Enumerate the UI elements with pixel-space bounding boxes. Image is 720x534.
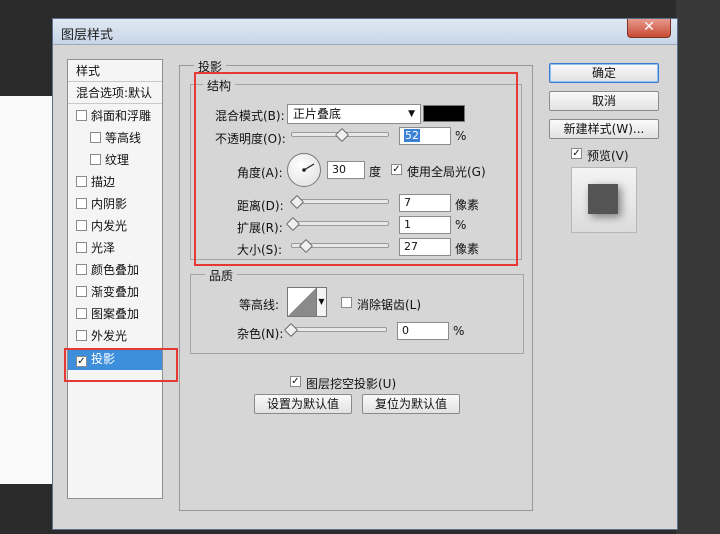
noise-value: 0 — [402, 324, 409, 337]
list-item-label: 颜色叠加 — [91, 263, 140, 277]
background-panel — [676, 0, 720, 534]
title-bar[interactable]: 图层样式 ✕ — [53, 19, 677, 45]
checkbox-pattern-overlay[interactable] — [76, 308, 87, 319]
list-item-satin[interactable]: 光泽 — [68, 237, 162, 259]
checkbox-texture[interactable] — [90, 154, 101, 165]
highlight-structure-box — [194, 72, 518, 266]
noise-slider[interactable] — [289, 327, 387, 332]
list-item-label: 混合选项:默认 — [76, 86, 153, 100]
style-preview — [571, 167, 637, 233]
checkbox-gradient-overlay[interactable] — [76, 286, 87, 297]
preview-thumbnail — [588, 184, 618, 214]
knockout-label: 图层挖空投影(U) — [306, 377, 397, 391]
reset-default-button[interactable]: 复位为默认值 — [362, 394, 460, 414]
noise-input[interactable]: 0 — [397, 322, 449, 340]
list-item-contour[interactable]: 等高线 — [68, 127, 162, 149]
list-item-label: 纹理 — [105, 153, 130, 167]
checkbox-stroke[interactable] — [76, 176, 87, 187]
list-item-styles[interactable]: 样式 — [68, 60, 162, 82]
contour-picker[interactable] — [287, 287, 317, 317]
checkbox-bevel-emboss[interactable] — [76, 110, 87, 121]
ok-button[interactable]: 确定 — [549, 63, 659, 83]
checkbox-inner-glow[interactable] — [76, 220, 87, 231]
list-item-label: 图案叠加 — [91, 307, 140, 321]
preview-label: 预览(V) — [587, 149, 629, 163]
new-style-button[interactable]: 新建样式(W)... — [549, 119, 659, 139]
anti-alias-label: 消除锯齿(L) — [357, 298, 422, 312]
checkbox-outer-glow[interactable] — [76, 330, 87, 341]
list-item-blending-options[interactable]: 混合选项:默认 — [68, 82, 162, 104]
checkbox-satin[interactable] — [76, 242, 87, 253]
noise-unit: % — [453, 324, 465, 338]
list-item-label: 等高线 — [105, 131, 142, 145]
list-item-label: 内阴影 — [91, 197, 128, 211]
list-item-label: 光泽 — [91, 241, 116, 255]
list-item-label: 渐变叠加 — [91, 285, 140, 299]
list-item-inner-glow[interactable]: 内发光 — [68, 215, 162, 237]
list-item-outer-glow[interactable]: 外发光 — [68, 325, 162, 347]
background-canvas — [0, 96, 60, 484]
list-item-label: 样式 — [76, 64, 101, 78]
list-item-bevel-emboss[interactable]: 斜面和浮雕 — [68, 105, 162, 127]
list-item-inner-shadow[interactable]: 内阴影 — [68, 193, 162, 215]
noise-slider-handle[interactable] — [283, 322, 299, 338]
list-item-label: 描边 — [91, 175, 116, 189]
list-item-label: 外发光 — [91, 329, 128, 343]
make-default-button[interactable]: 设置为默认值 — [254, 394, 352, 414]
list-item-color-overlay[interactable]: 颜色叠加 — [68, 259, 162, 281]
noise-label: 杂色(N): — [237, 327, 284, 341]
list-item-label: 内发光 — [91, 219, 128, 233]
knockout-checkbox[interactable]: ✓ — [290, 376, 301, 387]
cancel-button[interactable]: 取消 — [549, 91, 659, 111]
list-item-texture[interactable]: 纹理 — [68, 149, 162, 171]
contour-label: 等高线: — [239, 298, 280, 312]
highlight-drop-shadow-box — [64, 348, 178, 382]
preview-checkbox[interactable]: ✓ — [571, 148, 582, 159]
dialog-title: 图层样式 — [61, 28, 114, 43]
list-item-gradient-overlay[interactable]: 渐变叠加 — [68, 281, 162, 303]
list-item-label: 斜面和浮雕 — [91, 109, 152, 123]
quality-legend: 品质 — [205, 267, 238, 284]
contour-dropdown-button[interactable]: ▼ — [317, 287, 327, 317]
anti-alias-checkbox[interactable] — [341, 297, 352, 308]
checkbox-contour[interactable] — [90, 132, 101, 143]
close-button[interactable]: ✕ — [627, 19, 671, 38]
checkbox-color-overlay[interactable] — [76, 264, 87, 275]
style-list: 样式 混合选项:默认 斜面和浮雕 等高线 纹理 描边 内阴影 内发光 光泽 颜色… — [67, 59, 163, 499]
list-item-stroke[interactable]: 描边 — [68, 171, 162, 193]
list-item-pattern-overlay[interactable]: 图案叠加 — [68, 303, 162, 325]
contour-curve-icon — [288, 288, 316, 316]
checkbox-inner-shadow[interactable] — [76, 198, 87, 209]
quality-group: 品质 等高线: ▼ 消除锯齿(L) 杂色(N): 0 % — [190, 267, 524, 354]
